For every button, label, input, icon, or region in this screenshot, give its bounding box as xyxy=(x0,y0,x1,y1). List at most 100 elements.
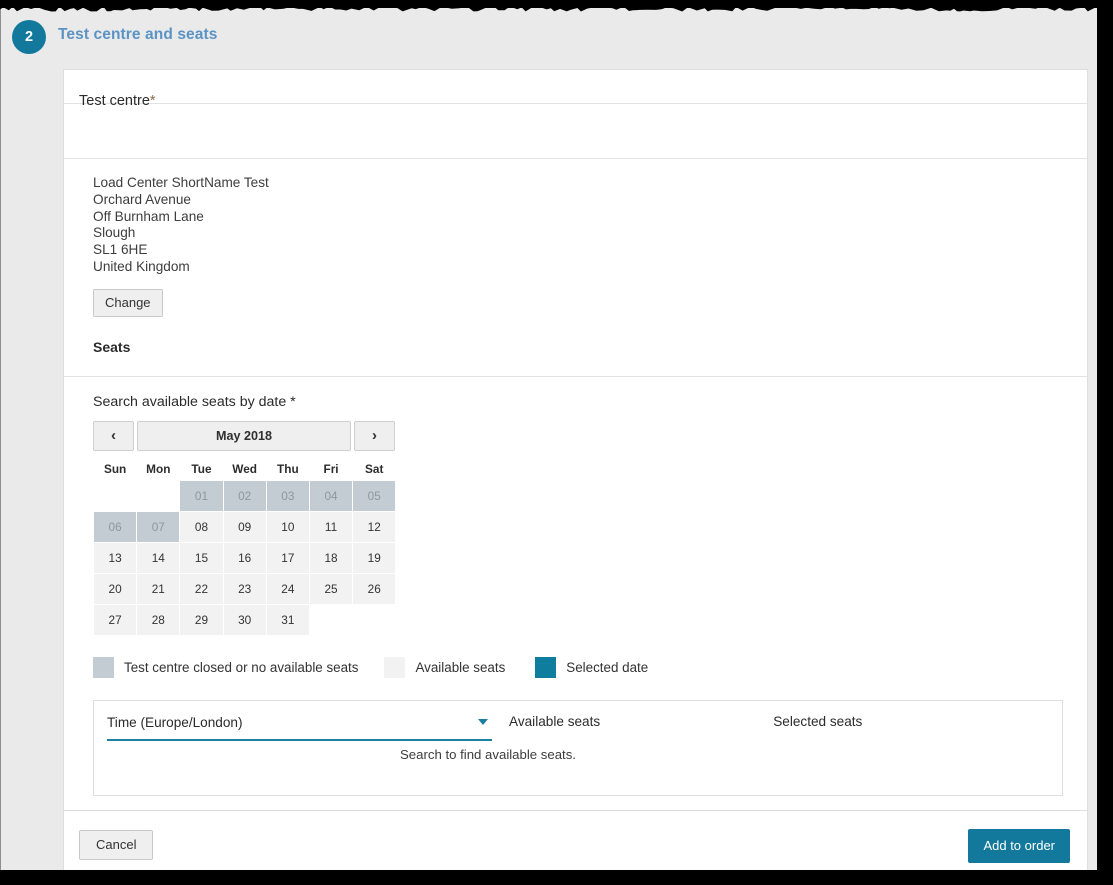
legend-item: Available seats xyxy=(384,656,506,678)
change-button-wrapper: Change xyxy=(64,276,1087,317)
calendar-day-available[interactable]: 23 xyxy=(222,572,267,605)
weekday-header: Thu xyxy=(277,461,299,476)
calendar-day-empty xyxy=(137,480,180,511)
address-line: Load Center ShortName Test xyxy=(93,175,269,190)
calendar-day-available[interactable]: 11 xyxy=(308,510,354,543)
calendar-day-closed: 07 xyxy=(136,510,181,543)
weekday-header: Fri xyxy=(323,461,339,476)
calendar-day-available[interactable]: 26 xyxy=(352,572,397,605)
page-title: Test centre and seats xyxy=(58,26,218,43)
calendar-day-available[interactable]: 24 xyxy=(265,572,310,605)
frame-edge-bottom xyxy=(0,870,1113,885)
form-footer: Cancel Add to order xyxy=(63,810,1088,870)
calendar-nav: ‹ May 2018 › xyxy=(93,420,395,451)
calendar-day-available[interactable]: 30 xyxy=(222,603,267,636)
calendar-week-row: 20 21 22 23 24 25 26 xyxy=(92,572,397,605)
calendar-week-row: 06 07 08 09 10 11 12 xyxy=(92,510,397,543)
required-marker: * xyxy=(149,93,156,109)
legend-swatch-selected xyxy=(535,656,557,678)
weekday-header: Mon xyxy=(146,462,171,477)
calendar-weekday-row: Sun Mon Tue Wed Thu Fri Sat xyxy=(94,458,396,481)
calendar-day-available[interactable]: 21 xyxy=(136,572,181,605)
chevron-down-icon xyxy=(478,718,488,725)
address-line: Orchard Avenue xyxy=(93,191,191,207)
calendar-day-available[interactable]: 17 xyxy=(265,541,310,574)
cancel-button[interactable]: Cancel xyxy=(79,830,154,860)
seats-table-header: Time (Europe/London) Available seats Sel… xyxy=(94,701,1062,741)
seats-empty-message-row: Search to find available seats. xyxy=(94,747,1062,762)
chevron-left-icon: ‹ xyxy=(111,427,116,445)
address-line: United Kingdom xyxy=(93,258,190,274)
calendar-day-available[interactable]: 19 xyxy=(352,541,397,574)
calendar-day-available[interactable]: 22 xyxy=(179,572,224,605)
legend-label: Test centre closed or no available seats xyxy=(124,659,359,675)
legend-label: Available seats xyxy=(415,659,506,675)
calendar-prev-month-button[interactable]: ‹ xyxy=(93,420,134,451)
calendar-week-row: 01 02 03 04 05 xyxy=(94,479,397,512)
step-number-badge: 2 xyxy=(12,20,46,54)
calendar-day-available[interactable]: 27 xyxy=(92,603,138,636)
test-centre-label-text: Test centre xyxy=(79,93,150,109)
add-to-order-button[interactable]: Add to order xyxy=(968,829,1070,863)
calendar-day-available[interactable]: 10 xyxy=(265,510,310,543)
step-header: 2 Test centre and seats xyxy=(0,13,1097,61)
calendar-day-closed: 04 xyxy=(308,479,354,512)
search-by-date-label: Search available seats by date * xyxy=(93,393,296,410)
calendar-day-available[interactable]: 28 xyxy=(136,603,181,636)
available-seats-column-header: Available seats xyxy=(509,713,601,729)
test-centre-and-seats-card: Test centre* Load Center ShortName Test … xyxy=(63,69,1088,821)
test-centre-address: Load Center ShortName Test Orchard Avenu… xyxy=(64,159,1087,276)
seats-empty-message: Search to find available seats. xyxy=(400,746,576,762)
legend-label: Selected date xyxy=(566,659,649,675)
calendar-day-available[interactable]: 31 xyxy=(265,603,310,636)
chevron-right-icon: › xyxy=(372,427,377,445)
calendar-day-closed: 02 xyxy=(222,479,267,512)
calendar-day-available[interactable]: 16 xyxy=(222,541,267,574)
weekday-header: Tue xyxy=(191,461,212,476)
calendar-day-closed: 05 xyxy=(352,479,397,512)
frame-edge-right xyxy=(1097,0,1113,885)
weekday-header: Wed xyxy=(232,461,257,476)
calendar-day-closed: 01 xyxy=(179,479,224,512)
calendar-day-empty xyxy=(94,480,137,511)
page-sheet: 2 Test centre and seats Test centre* Loa… xyxy=(0,8,1097,870)
calendar-day-empty xyxy=(353,604,396,635)
calendar-legend: Test centre closed or no available seats… xyxy=(64,636,1087,678)
calendar-day-available[interactable]: 29 xyxy=(179,603,224,636)
address-line: Off Burnham Lane xyxy=(93,208,204,224)
calendar-day-available[interactable]: 15 xyxy=(179,541,224,574)
calendar-day-available[interactable]: 09 xyxy=(222,510,267,543)
time-zone-select-label: Time (Europe/London) xyxy=(107,714,243,730)
seats-heading: Seats xyxy=(93,338,131,355)
calendar-day-available[interactable]: 12 xyxy=(352,510,397,543)
change-test-centre-button[interactable]: Change xyxy=(93,288,163,317)
calendar-day-available[interactable]: 13 xyxy=(92,541,138,574)
weekday-header: Sat xyxy=(365,461,384,476)
calendar-next-month-button[interactable]: › xyxy=(354,420,395,451)
selected-seats-column-header: Selected seats xyxy=(773,713,863,729)
calendar-week-row: 27 28 29 30 31 xyxy=(92,603,396,636)
calendar-day-available[interactable]: 08 xyxy=(179,510,224,543)
available-seats-panel: Time (Europe/London) Available seats Sel… xyxy=(93,699,1063,796)
calendar-body: 01 02 03 04 05 06 07 08 09 10 11 12 13 14 15 16 17 18 19 20… xyxy=(92,479,397,636)
calendar-day-available[interactable]: 25 xyxy=(308,572,354,605)
calendar-day-empty xyxy=(309,604,352,635)
calendar-day-available[interactable]: 14 xyxy=(136,541,181,574)
address-line: SL1 6HE xyxy=(93,242,148,258)
weekday-header: Sun xyxy=(103,462,127,477)
date-picker-calendar: ‹ May 2018 › Sun Mon Tue Wed Thu Fri Sat… xyxy=(64,410,1087,636)
legend-swatch-closed xyxy=(93,656,114,678)
legend-item: Test centre closed or no available seats xyxy=(93,656,359,678)
calendar-day-available[interactable]: 18 xyxy=(308,541,354,574)
calendar-day-closed: 06 xyxy=(92,510,138,543)
test-centre-section-label: Test centre* xyxy=(64,70,1087,109)
test-centre-picker-slot[interactable] xyxy=(64,104,1087,158)
seats-search-area: Search available seats by date * ‹ May 2… xyxy=(64,377,1087,820)
frame-edge-left xyxy=(0,0,1,885)
calendar-month-label: May 2018 xyxy=(137,420,351,451)
legend-item: Selected date xyxy=(535,656,649,678)
address-line: Slough xyxy=(93,225,136,241)
time-zone-select[interactable]: Time (Europe/London) xyxy=(107,714,492,741)
calendar-day-available[interactable]: 20 xyxy=(92,572,138,605)
calendar-day-closed: 03 xyxy=(265,479,310,512)
